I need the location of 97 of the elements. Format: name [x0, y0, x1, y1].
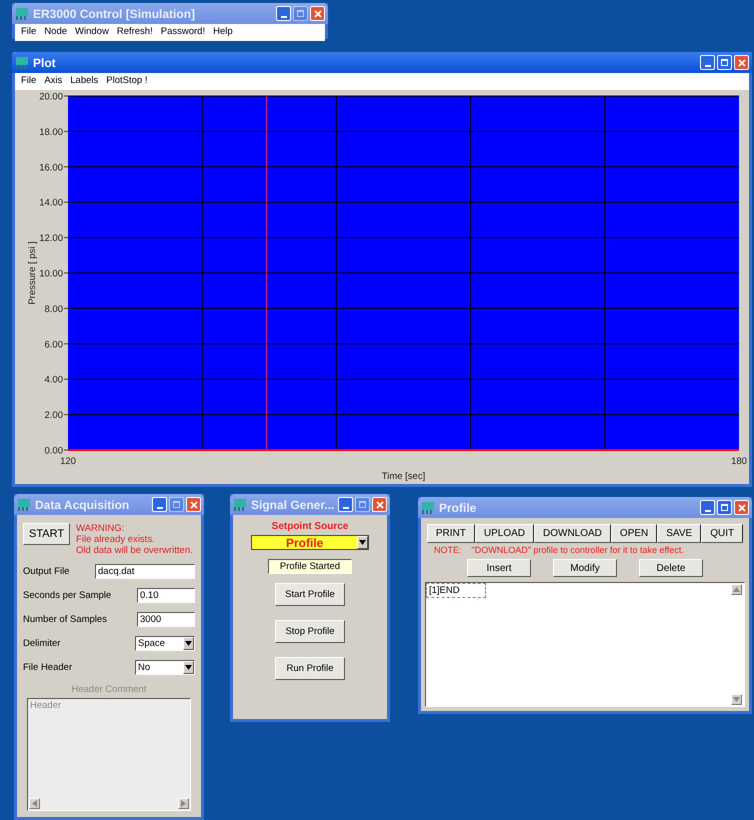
warning-text: File already exists.: [76, 534, 156, 545]
profile-button[interactable]: Stop Profile: [275, 620, 345, 643]
input-field[interactable]: dacq.dat: [95, 564, 195, 579]
input-field[interactable]: 0.10: [137, 588, 195, 603]
scroll-right-icon: [181, 800, 186, 807]
y-tick-label: 12.00: [39, 233, 63, 244]
scroll-up-icon: [733, 587, 740, 592]
minimize-button[interactable]: [338, 497, 354, 512]
setpoint-source-label: Setpoint Source: [272, 521, 348, 532]
toolbar-button[interactable]: SAVE: [657, 524, 702, 543]
scroll-down-icon: [733, 697, 740, 702]
close-button[interactable]: [372, 497, 388, 512]
field-label: Delimiter: [23, 638, 60, 649]
y-tick-label: 6.00: [44, 339, 63, 350]
dropdown[interactable]: No: [135, 660, 195, 675]
y-tick-label: 14.00: [39, 198, 63, 209]
warning-text: Old data will be overwritten.: [76, 545, 193, 556]
minimize-button[interactable]: [700, 500, 715, 515]
toolbar-button[interactable]: PRINT: [426, 524, 475, 543]
field-label: Output File: [23, 566, 70, 577]
maximize-button[interactable]: [169, 497, 184, 512]
toolbar-button[interactable]: OPEN: [610, 524, 658, 543]
vertical-scrollbar[interactable]: [731, 583, 744, 706]
status-field: Profile Started: [268, 559, 352, 574]
maximize-button[interactable]: [717, 500, 732, 515]
close-button[interactable]: [310, 6, 325, 21]
y-tick-label: 10.00: [39, 268, 63, 280]
profile-button[interactable]: Start Profile: [275, 583, 345, 606]
menu-item[interactable]: Window: [75, 26, 109, 39]
maximize-button[interactable]: [717, 55, 732, 70]
action-button[interactable]: Modify: [553, 559, 617, 577]
note-label: NOTE:: [434, 545, 462, 555]
toolbar-button[interactable]: DOWNLOAD: [534, 524, 611, 543]
app-icon: [421, 500, 435, 514]
menu-item[interactable]: Help: [213, 26, 233, 39]
window-title: Signal Gener...: [251, 498, 334, 512]
warning-text: WARNING:: [76, 523, 126, 534]
window-title: Data Acquisition: [35, 498, 130, 512]
menu-item[interactable]: Password!: [160, 26, 206, 39]
minimize-button[interactable]: [152, 497, 167, 512]
header-comment-placeholder: Header: [29, 699, 62, 712]
menu-item[interactable]: Axis: [44, 75, 62, 88]
close-icon: [190, 500, 198, 508]
action-button[interactable]: Insert: [467, 559, 531, 577]
scroll-left-icon: [32, 800, 37, 807]
toolbar-button[interactable]: QUIT: [701, 524, 744, 543]
y-tick-label: 2.00: [44, 410, 63, 422]
close-button[interactable]: [734, 500, 749, 515]
minimize-button[interactable]: [276, 6, 291, 21]
y-tick-label: 18.00: [39, 126, 63, 138]
x-tick-label: 120: [60, 456, 76, 467]
field-label: Number of Samples: [23, 614, 107, 625]
start-button[interactable]: START: [23, 523, 70, 545]
close-button[interactable]: [186, 497, 201, 512]
dropdown-arrow-icon: [359, 540, 366, 545]
window-title: Plot: [33, 56, 57, 70]
y-tick-label: 8.00: [44, 304, 63, 315]
close-icon: [314, 10, 322, 18]
y-tick-label: 0.00: [44, 446, 63, 456]
action-button[interactable]: Delete: [639, 559, 703, 577]
dropdown[interactable]: Space: [135, 636, 195, 651]
profile-button[interactable]: Run Profile: [275, 657, 345, 680]
menu-item[interactable]: Labels: [70, 75, 98, 88]
y-tick-label: 4.00: [44, 374, 63, 386]
y-tick-label: 20.00: [39, 92, 63, 102]
app-icon: [17, 498, 31, 512]
menu-item[interactable]: PlotStop !: [106, 75, 148, 88]
maximize-button[interactable]: [355, 497, 370, 512]
close-icon: [738, 58, 746, 66]
input-field[interactable]: 3000: [137, 612, 195, 627]
menu-item[interactable]: File: [21, 75, 36, 88]
field-label: File Header: [23, 662, 72, 673]
app-icon: [233, 498, 247, 512]
menu-item[interactable]: Node: [44, 26, 68, 39]
close-button[interactable]: [734, 55, 749, 70]
window-title: Profile: [439, 500, 478, 514]
window-title: ER3000 Control [Simulation]: [33, 6, 196, 20]
y-axis-label: Pressure [ psi ]: [27, 241, 38, 305]
maximize-button[interactable]: [293, 6, 308, 21]
menu-item[interactable]: File: [21, 26, 36, 39]
setpoint-dropdown[interactable]: Profile: [251, 535, 369, 550]
minimize-button[interactable]: [700, 55, 715, 70]
step-item[interactable]: [1]END: [426, 583, 486, 598]
y-tick-label: 16.00: [39, 162, 63, 174]
close-icon: [376, 500, 384, 508]
dropdown-arrow-icon: [185, 641, 192, 646]
app-icon: [15, 6, 29, 20]
close-icon: [738, 504, 746, 512]
menu-item[interactable]: Refresh!: [116, 26, 153, 39]
app-icon: [15, 56, 29, 70]
field-label: Seconds per Sample: [23, 590, 112, 601]
x-tick-label: 180: [731, 456, 747, 467]
header-comment-label: Header Comment: [70, 684, 148, 695]
note-text: "DOWNLOAD" profile to controller for it to take effect.: [472, 545, 684, 555]
toolbar-button[interactable]: UPLOAD: [474, 524, 534, 543]
x-axis-label: Time [sec]: [382, 471, 426, 482]
dropdown-arrow-icon: [185, 665, 192, 670]
